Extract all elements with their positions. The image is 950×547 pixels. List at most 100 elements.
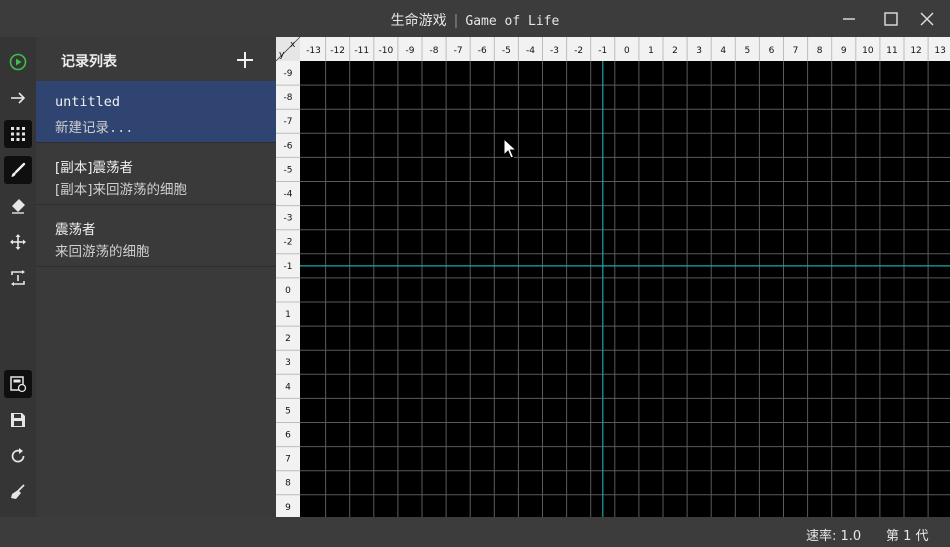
clean-broom-icon (11, 484, 25, 499)
x-tick-label: 4 (720, 46, 726, 56)
x-axis-header (276, 37, 950, 61)
play-icon (9, 53, 27, 71)
y-tick-label: -8 (284, 93, 293, 103)
brush-icon (11, 162, 26, 177)
step-button[interactable] (4, 84, 32, 112)
y-tick-label: -4 (284, 190, 293, 200)
record-item-oscillator-copy[interactable]: [副本]震荡者 [副本]来回游荡的细胞 (36, 143, 276, 205)
x-tick-label: 12 (910, 46, 921, 56)
x-tick-label: 8 (817, 46, 823, 56)
y-tick-label: 6 (285, 431, 291, 441)
close-button[interactable] (904, 0, 950, 37)
x-tick-label: -2 (574, 46, 583, 56)
y-tick-label: 7 (285, 455, 291, 465)
y-tick-label: -7 (284, 117, 293, 127)
y-tick-label: 4 (285, 382, 291, 392)
x-tick-label: -8 (430, 46, 439, 56)
reset-button[interactable] (4, 264, 32, 292)
refresh-icon (11, 448, 25, 463)
cell-grid[interactable]: -13 -12 -11 -10 -9 -8 -7 -6 -5 -4 -3 -2 -1 0 1 2 3 4 5 6 7 8 9… (276, 37, 950, 517)
x-tick-label: -9 (405, 46, 414, 56)
corner-y-label: y (279, 50, 285, 60)
x-tick-label: 1 (648, 46, 654, 56)
y-tick-label: 9 (285, 503, 291, 513)
x-tick-label: -12 (330, 46, 345, 56)
status-bar: 速率: 1.0 第 1 代 (0, 517, 950, 547)
x-tick-label: 2 (672, 46, 678, 56)
y-tick-label: -3 (284, 214, 293, 224)
title-bar: 生命游戏 | Game of Life (0, 0, 950, 37)
x-tick-label: 11 (886, 46, 897, 56)
x-tick-label: -3 (550, 46, 559, 56)
record-name: untitled (55, 94, 121, 110)
add-record-button[interactable] (232, 47, 258, 73)
y-tick-label: 1 (285, 310, 291, 320)
maximize-icon (884, 11, 898, 26)
minimize-button[interactable] (826, 0, 872, 37)
y-tick-label: -9 (284, 69, 293, 79)
life-grid-canvas[interactable]: -13 -12 -11 -10 -9 -8 -7 -6 -5 -4 -3 -2 -1 0 1 2 3 4 5 6 7 8 9… (276, 37, 950, 517)
plus-icon (237, 52, 253, 68)
y-tick-label: 5 (285, 406, 291, 416)
brush-button[interactable] (4, 156, 32, 184)
title-cn: 生命游戏 (390, 13, 447, 29)
step-arrow-icon (11, 92, 26, 104)
save-as-button[interactable] (4, 370, 32, 398)
record-description: 来回游荡的细胞 (55, 244, 150, 260)
x-tick-label: 6 (769, 46, 775, 56)
x-tick-label: -10 (378, 46, 393, 56)
y-tick-label: -6 (284, 141, 293, 151)
y-tick-label: 0 (285, 286, 291, 296)
save-as-icon (10, 376, 27, 393)
tool-bar (0, 37, 36, 517)
corner-x-label: x (290, 40, 296, 50)
x-tick-label: -5 (502, 46, 511, 56)
x-tick-label: 10 (862, 46, 874, 56)
move-icon (10, 234, 26, 250)
x-tick-label: -4 (526, 46, 535, 56)
x-tick-label: 5 (744, 46, 750, 56)
x-tick-label: 13 (934, 46, 945, 56)
title-separator: | (453, 13, 459, 29)
y-tick-label: -5 (284, 165, 293, 175)
record-name: [副本]震荡者 (55, 160, 134, 176)
mouse-cursor-icon (503, 138, 517, 159)
x-tick-label: -11 (354, 46, 369, 56)
y-tick-label: 3 (285, 358, 291, 368)
x-tick-label: 0 (624, 46, 630, 56)
play-button[interactable] (4, 48, 32, 76)
record-item-oscillator[interactable]: 震荡者 来回游荡的细胞 (36, 205, 276, 267)
y-tick-label: 2 (285, 334, 291, 344)
y-tick-label: -1 (284, 262, 293, 272)
x-tick-label: -1 (598, 46, 607, 56)
x-tick-label: 3 (696, 46, 702, 56)
minimize-icon (843, 17, 855, 20)
record-list-panel: 记录列表 untitled 新建记录... [副本]震荡者 [副本]来回游荡的细… (36, 37, 276, 517)
save-icon (11, 413, 25, 427)
record-list-title: 记录列表 (61, 54, 117, 70)
clean-button[interactable] (4, 478, 32, 506)
record-item-untitled[interactable]: untitled 新建记录... (36, 81, 276, 143)
eraser-icon (12, 199, 25, 214)
record-name: 震荡者 (55, 222, 96, 238)
x-tick-label: 7 (793, 46, 799, 56)
reset-frame-icon (11, 270, 25, 286)
y-tick-label: -2 (284, 238, 293, 248)
window-title: 生命游戏 | Game of Life (0, 10, 950, 30)
grid-icon (11, 127, 25, 141)
speed-status: 速率: 1.0 (806, 529, 862, 544)
record-description: 新建记录... (55, 120, 134, 136)
grid-lines (300, 61, 950, 517)
refresh-button[interactable] (4, 442, 32, 470)
close-icon (920, 12, 934, 25)
x-tick-label: -13 (306, 46, 321, 56)
x-tick-label: -6 (478, 46, 487, 56)
grid-toggle-button[interactable] (4, 120, 32, 148)
x-tick-label: -7 (454, 46, 463, 56)
y-tick-label: 8 (285, 479, 291, 489)
record-list-header: 记录列表 (36, 37, 276, 81)
save-button[interactable] (4, 406, 32, 434)
record-description: [副本]来回游荡的细胞 (55, 182, 188, 198)
move-button[interactable] (4, 228, 32, 256)
eraser-button[interactable] (4, 192, 32, 220)
